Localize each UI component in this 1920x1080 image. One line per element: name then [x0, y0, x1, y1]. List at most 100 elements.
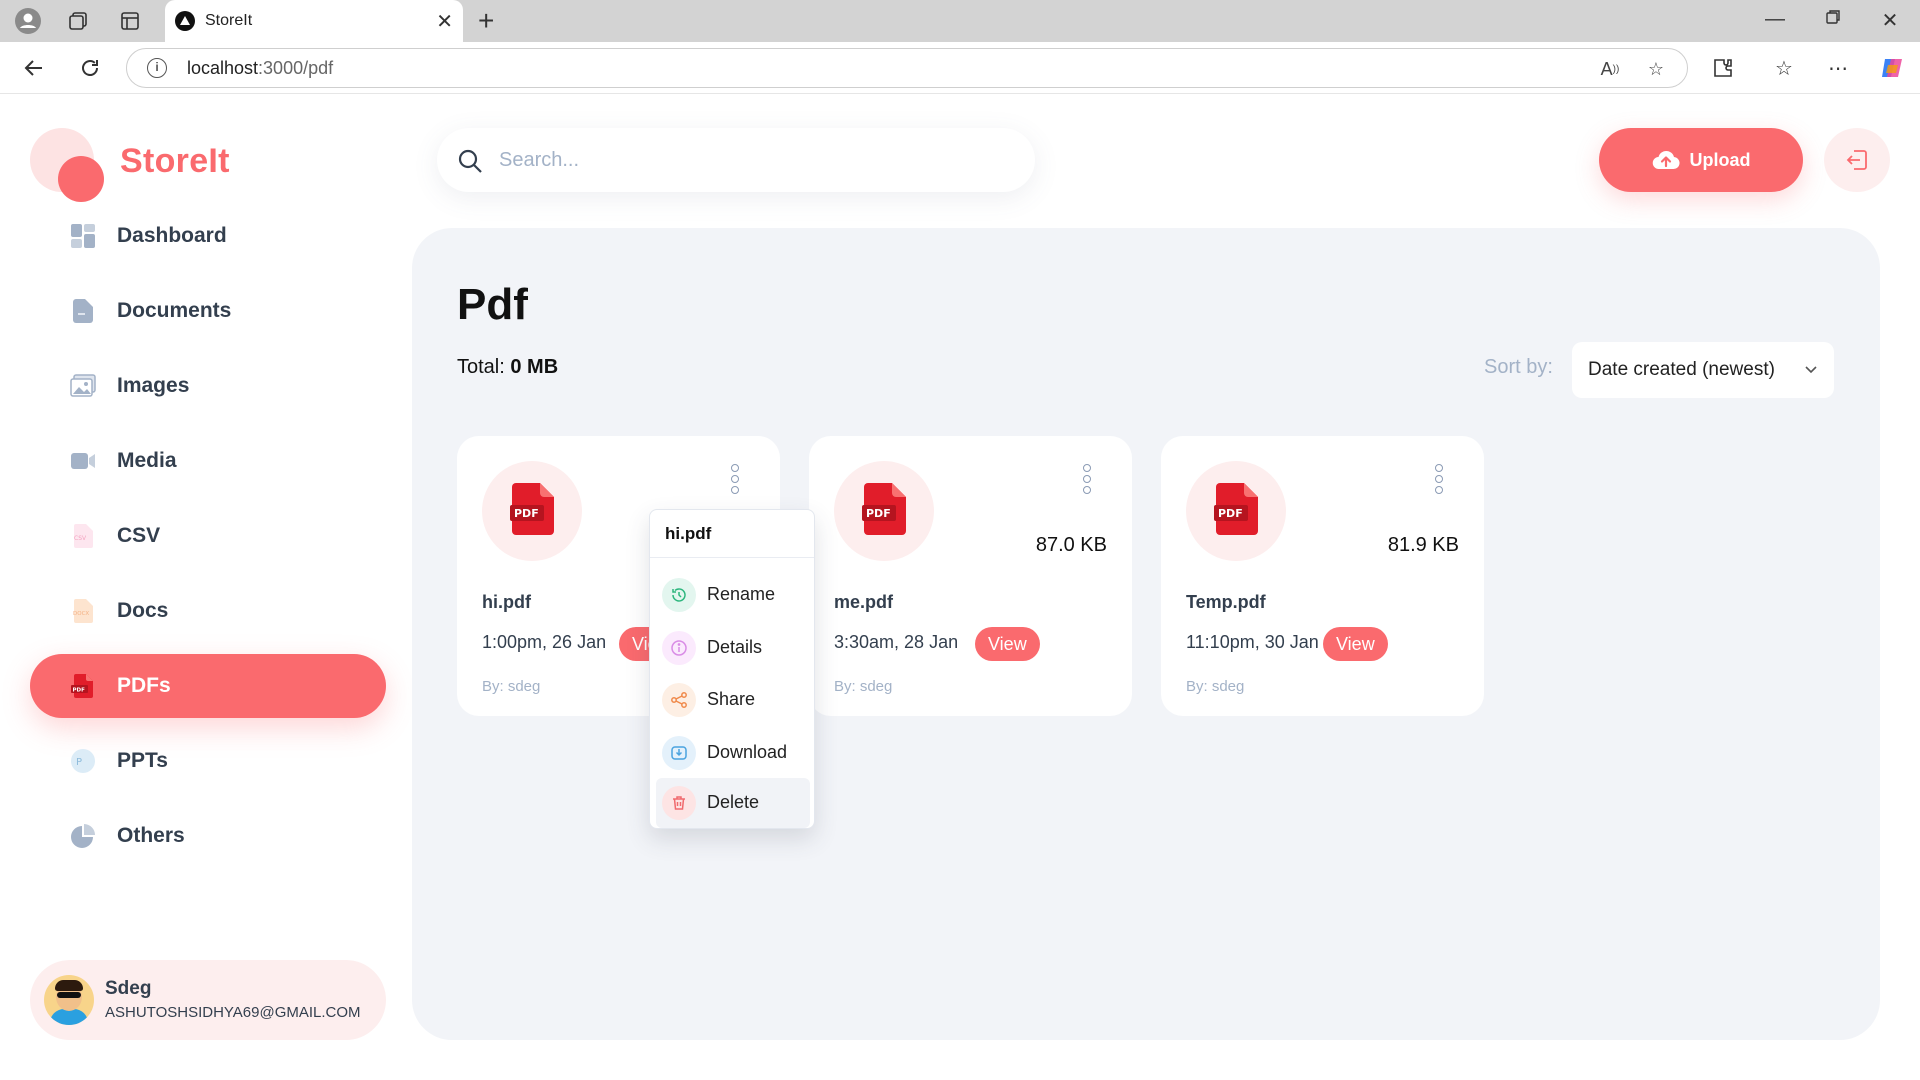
- more-menu-icon[interactable]: ⋯: [1822, 52, 1854, 84]
- sidebar-item-label: Media: [117, 449, 177, 472]
- ppt-icon: P: [71, 749, 95, 773]
- site-info-icon[interactable]: i: [147, 58, 167, 78]
- favorites-icon[interactable]: ☆: [1768, 52, 1800, 84]
- file-owner: By: sdeg: [482, 678, 541, 695]
- sidebar-item-others[interactable]: Others: [30, 804, 386, 868]
- menu-item-label: Share: [707, 689, 756, 709]
- sidebar-item-pdfs[interactable]: PDF PDFs: [30, 654, 386, 718]
- window-close-icon[interactable]: ✕: [1875, 8, 1905, 33]
- sidebar-item-label: Dashboard: [117, 224, 227, 247]
- copilot-icon[interactable]: [1876, 52, 1908, 84]
- menu-item-rename[interactable]: Rename: [656, 570, 810, 620]
- new-tab-icon[interactable]: +: [478, 5, 494, 37]
- share-icon: [662, 683, 696, 717]
- docs-icon: DOCX: [73, 599, 93, 623]
- read-aloud-icon[interactable]: A)): [1597, 56, 1623, 82]
- cloud-upload-icon: [1652, 150, 1680, 170]
- sidebar-item-dashboard[interactable]: Dashboard: [30, 204, 386, 268]
- sidebar-item-ppts[interactable]: P PPTs: [30, 729, 386, 793]
- storeit-logo[interactable]: StoreIt: [30, 128, 230, 204]
- sidebar-item-images[interactable]: Images: [30, 354, 386, 418]
- more-options-icon[interactable]: [1434, 464, 1444, 500]
- file-size: 81.9 KB: [1387, 534, 1459, 556]
- menu-item-download[interactable]: Download: [656, 728, 810, 778]
- favorite-star-icon[interactable]: ☆: [1643, 56, 1669, 82]
- sidebar-item-label: CSV: [117, 524, 161, 547]
- storeit-favicon-icon: [175, 11, 195, 31]
- sidebar-item-media[interactable]: Media: [30, 429, 386, 493]
- minimize-icon[interactable]: —: [1760, 8, 1790, 31]
- browser-tab-active[interactable]: StoreIt ✕: [165, 0, 463, 42]
- address-bar[interactable]: i localhost:3000/pdf A)) ☆: [126, 48, 1688, 88]
- upload-label: Upload: [1689, 149, 1751, 170]
- upload-button[interactable]: Upload: [1599, 128, 1803, 192]
- avatar: [44, 975, 94, 1025]
- pie-chart-icon: [71, 824, 95, 848]
- user-profile-card[interactable]: Sdeg ASHUTOSHSIDHYA69@GMAIL.COM: [30, 960, 386, 1040]
- download-icon: [662, 736, 696, 770]
- trash-icon: [662, 786, 696, 820]
- sidebar-item-label: Images: [117, 374, 190, 397]
- view-button[interactable]: View: [1323, 627, 1388, 661]
- file-owner: By: sdeg: [1186, 678, 1245, 695]
- file-name: hi.pdf: [482, 592, 531, 612]
- app-root: StoreIt Dashboard Documents Images Media…: [0, 94, 1920, 1074]
- user-email: ASHUTOSHSIDHYA69@GMAIL.COM: [105, 1004, 361, 1021]
- sidebar-item-documents[interactable]: Documents: [30, 279, 386, 343]
- url-text[interactable]: localhost:3000/pdf: [187, 58, 333, 79]
- sidebar-item-label: Documents: [117, 299, 232, 322]
- tab-title: StoreIt: [205, 12, 253, 29]
- search-bar[interactable]: [437, 128, 1035, 192]
- pdf-icon: PDF: [71, 674, 93, 698]
- file-date: 3:30am, 28 Jan: [834, 632, 959, 652]
- sidebar-item-docs[interactable]: DOCX Docs: [30, 579, 386, 643]
- workspaces-icon[interactable]: [64, 7, 92, 35]
- browser-titlebar: StoreIt ✕ + — ✕: [0, 0, 1920, 42]
- user-name: Sdeg: [105, 978, 152, 999]
- images-icon: [70, 374, 96, 397]
- csv-icon: CSV: [74, 524, 93, 548]
- sidebar-item-label: Others: [117, 824, 185, 847]
- file-owner: By: sdeg: [834, 678, 893, 695]
- sidebar-item-csv[interactable]: CSV CSV: [30, 504, 386, 568]
- menu-title: hi.pdf: [665, 524, 712, 543]
- tab-close-icon[interactable]: ✕: [436, 9, 453, 34]
- search-icon: [458, 149, 482, 173]
- back-icon[interactable]: [18, 52, 50, 84]
- pdf-file-icon: PDF: [862, 483, 906, 535]
- menu-item-delete[interactable]: Delete: [656, 778, 810, 828]
- file-actions-menu: hi.pdf Rename Details Share Download Del…: [649, 509, 815, 829]
- chevron-down-icon: [1805, 366, 1817, 374]
- file-size: 87.0 KB: [1035, 534, 1107, 556]
- more-options-icon[interactable]: [730, 464, 740, 500]
- restore-icon[interactable]: [1818, 8, 1848, 31]
- menu-item-label: Delete: [707, 792, 760, 812]
- profile-icon[interactable]: [14, 7, 42, 35]
- search-input[interactable]: [499, 142, 999, 178]
- tab-actions-icon[interactable]: [116, 7, 144, 35]
- extensions-icon[interactable]: [1707, 52, 1739, 84]
- file-name: Temp.pdf: [1186, 592, 1266, 612]
- menu-item-label: Download: [707, 742, 788, 762]
- file-card[interactable]: PDF 81.9 KB Temp.pdf 11:10pm, 30 Jan Vie…: [1161, 436, 1484, 716]
- logo-text: StoreIt: [120, 142, 230, 180]
- view-button[interactable]: View: [975, 627, 1040, 661]
- refresh-icon[interactable]: [74, 52, 106, 84]
- svg-text:DOCX: DOCX: [73, 611, 89, 617]
- svg-text:PDF: PDF: [1218, 507, 1243, 520]
- sidebar-item-label: PDFs: [117, 674, 171, 697]
- logo-circle-front: [58, 156, 104, 202]
- svg-text:PDF: PDF: [514, 507, 539, 520]
- menu-item-details[interactable]: Details: [656, 623, 810, 673]
- menu-item-share[interactable]: Share: [656, 675, 810, 725]
- file-name: me.pdf: [834, 592, 894, 612]
- total-size: Total: 0 MB: [457, 356, 559, 378]
- more-options-icon[interactable]: [1082, 464, 1092, 500]
- logout-button[interactable]: [1824, 128, 1890, 192]
- menu-item-label: Rename: [707, 584, 776, 604]
- sort-select[interactable]: Date created (newest): [1572, 342, 1834, 398]
- file-thumbnail: PDF: [482, 461, 582, 561]
- svg-text:CSV: CSV: [74, 535, 87, 542]
- svg-text:P: P: [76, 757, 82, 768]
- file-card[interactable]: PDF 87.0 KB me.pdf 3:30am, 28 Jan View B…: [809, 436, 1132, 716]
